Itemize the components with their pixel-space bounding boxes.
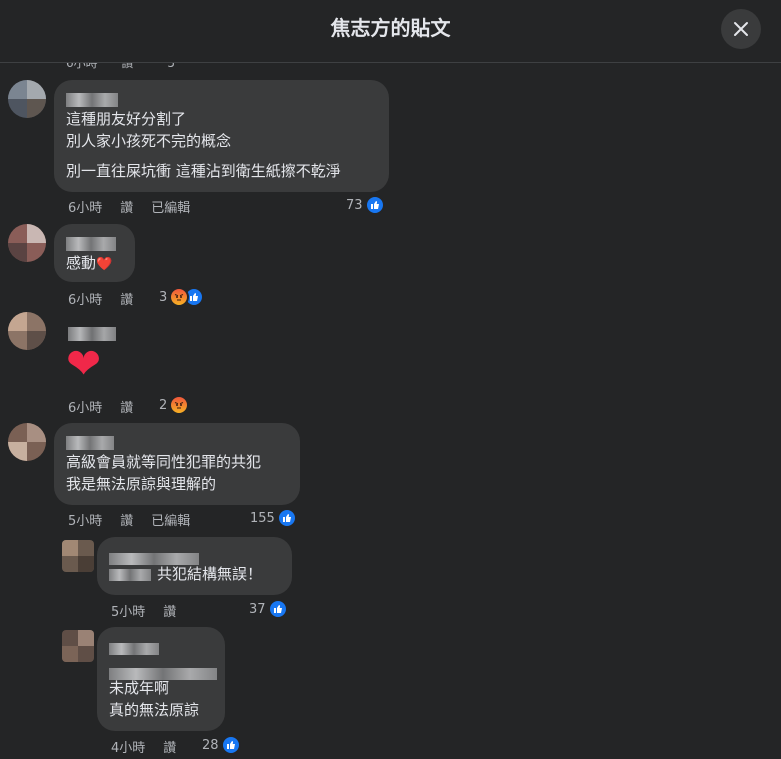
thumbs-up-icon: [364, 195, 385, 215]
comment-meta: 6小時 讚: [68, 397, 151, 416]
thumbs-up-icon: [220, 735, 241, 755]
reaction-count[interactable]: 155: [250, 508, 297, 528]
close-icon: [734, 22, 748, 36]
commenter-name[interactable]: [66, 431, 288, 450]
comment-bubble: 這種朋友好分割了 別人家小孩死不完的概念 別一直往屎坑衝 這種沾到衛生紙擦不乾淨: [54, 80, 389, 192]
avatar[interactable]: [8, 80, 46, 118]
comment-text: 別一直往屎坑衝 這種沾到衛生紙擦不乾淨: [66, 162, 341, 180]
comment-text: 我是無法原諒與理解的: [66, 475, 217, 493]
like-link[interactable]: 讚: [163, 741, 176, 756]
comment-meta: 6小時 讚: [68, 289, 151, 308]
like-link[interactable]: 讚: [120, 401, 133, 416]
timestamp[interactable]: 5小時: [68, 514, 102, 529]
dialog-header: 焦志方的貼文: [0, 0, 781, 63]
commenter-name[interactable]: [66, 88, 377, 107]
reaction-count[interactable]: 28: [202, 735, 241, 755]
commenter-name[interactable]: [66, 232, 123, 251]
heart-icon: ❤️: [96, 257, 113, 272]
comment-text: 別人家小孩死不完的概念: [66, 132, 232, 150]
previous-comment-meta: 6小時 讚 5: [66, 62, 175, 70]
comment-meta: 4小時 讚: [111, 737, 194, 756]
comment-text: 高級會員就等同性犯罪的共犯: [66, 453, 262, 471]
angry-face-icon: [169, 395, 190, 415]
thumbs-up-icon: [267, 599, 288, 619]
commenter-name[interactable]: [109, 637, 217, 680]
comment-text: 感動❤️: [66, 254, 113, 272]
reaction-count[interactable]: 3: [159, 287, 205, 307]
reaction-count[interactable]: 37: [249, 599, 288, 619]
like-link[interactable]: 讚: [120, 201, 133, 216]
heart-icon: ❤: [66, 339, 102, 388]
comment-meta: 5小時 讚: [111, 601, 194, 620]
comment-text: 真的無法原諒: [109, 701, 200, 719]
avatar[interactable]: [8, 312, 46, 350]
reaction-count[interactable]: 73: [346, 195, 385, 215]
commenter-name[interactable]: [109, 547, 280, 565]
thumbs-up-icon: [276, 508, 297, 528]
comment-text: 這種朋友好分割了: [66, 110, 187, 128]
mention-tag[interactable]: [109, 568, 151, 581]
avatar[interactable]: [8, 224, 46, 262]
avatar[interactable]: [8, 423, 46, 461]
like-link[interactable]: 讚: [120, 514, 133, 529]
dialog-title: 焦志方的貼文: [330, 16, 451, 40]
avatar[interactable]: [62, 540, 94, 572]
edited-label[interactable]: 已編輯: [151, 201, 190, 216]
timestamp[interactable]: 5小時: [111, 605, 145, 620]
comment-bubble: 感動❤️: [54, 224, 135, 282]
reply-bubble: 未成年啊 真的無法原諒: [97, 627, 225, 731]
timestamp[interactable]: 6小時: [68, 201, 102, 216]
timestamp[interactable]: 4小時: [111, 741, 145, 756]
timestamp[interactable]: 6小時: [68, 401, 102, 416]
comment-bubble: 高級會員就等同性犯罪的共犯 我是無法原諒與理解的: [54, 423, 300, 505]
like-link[interactable]: 讚: [120, 293, 133, 308]
timestamp[interactable]: 6小時: [68, 293, 102, 308]
comment-meta: 6小時 讚 已編輯: [68, 197, 208, 216]
reaction-count[interactable]: 2: [159, 395, 190, 415]
like-link[interactable]: 讚: [163, 605, 176, 620]
close-button[interactable]: [721, 9, 761, 49]
reply-bubble: 共犯結構無誤！: [97, 537, 292, 595]
edited-label[interactable]: 已編輯: [151, 514, 190, 529]
comment-text: 共犯結構無誤！: [109, 563, 280, 585]
avatar[interactable]: [62, 630, 94, 662]
comment-meta: 5小時 讚 已編輯: [68, 510, 208, 529]
